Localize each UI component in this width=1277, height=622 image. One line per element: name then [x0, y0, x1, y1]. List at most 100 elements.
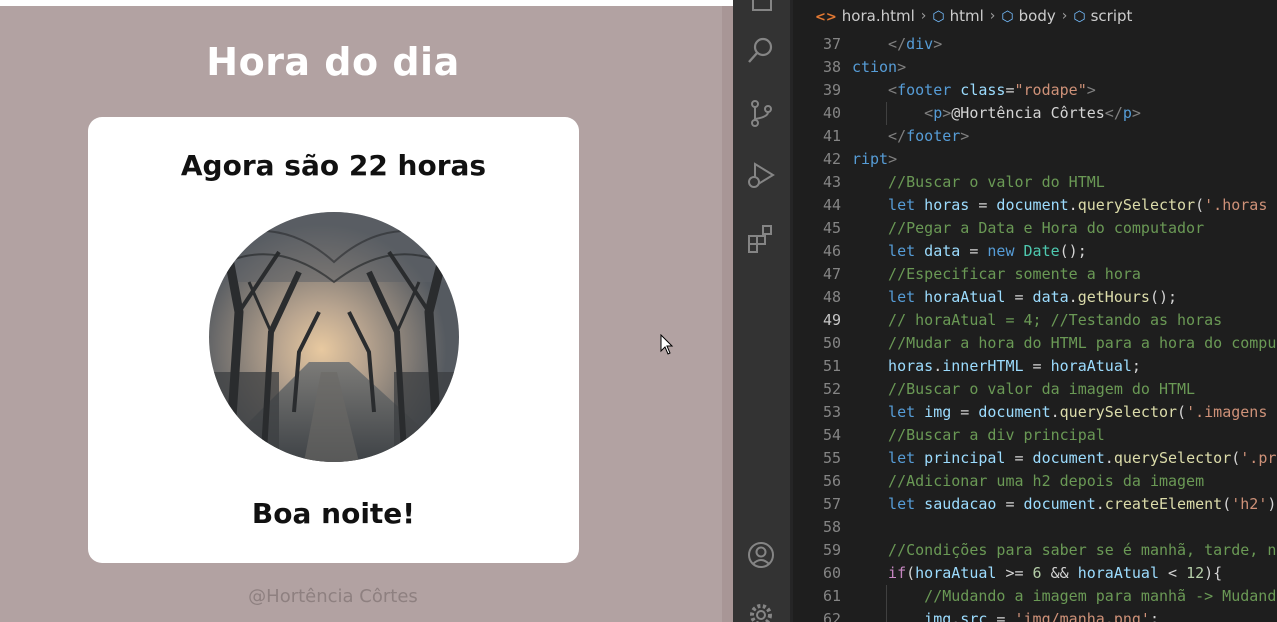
breadcrumb-item-body[interactable]: ⬡ body — [1001, 7, 1055, 25]
code-token: @Hortência Côrtes — [951, 104, 1105, 122]
main-card: Agora são 22 horas Boa noite! — [88, 117, 579, 563]
code-token: = — [987, 610, 1015, 622]
code-line: 57 let saudacao = document.createElement(… — [793, 493, 1277, 516]
code-token: . — [933, 357, 943, 375]
code-token: . — [1104, 449, 1114, 467]
code-line: 61 //Mudando a imagem para manhã -> Mudan… — [793, 585, 1277, 608]
code-token: '.pr — [1240, 449, 1277, 467]
code-line: 39 <footer class="rodape"> — [793, 79, 1277, 102]
code-token: horaAtual — [924, 288, 1006, 306]
code-token: > — [942, 104, 952, 122]
code-line: 52 //Buscar o valor da imagem do HTML — [793, 378, 1277, 401]
line-number: 46 — [822, 242, 841, 260]
code-token: >= — [996, 564, 1033, 582]
source-control-icon[interactable] — [746, 98, 776, 128]
extensions-icon[interactable] — [746, 223, 776, 253]
code-token: document — [1023, 495, 1096, 513]
code-token: </ — [888, 127, 907, 145]
code-token: . — [951, 610, 961, 622]
code-token: ; — [1149, 610, 1159, 622]
code-token: let — [888, 403, 916, 421]
code-line: 45 //Pegar a Data e Hora do computador — [793, 217, 1277, 240]
hours-heading: Agora são 22 horas — [180, 149, 487, 182]
breadcrumb-item-script[interactable]: ⬡ script — [1073, 7, 1132, 25]
code-token: > — [888, 150, 898, 168]
element-icon: ⬡ — [1073, 9, 1086, 25]
code-token: </ — [888, 35, 907, 53]
code-line: 48 let horaAtual = data.getHours(); — [793, 286, 1277, 309]
code-token: //Mudar a hora do HTML para a hora do co… — [888, 334, 1277, 352]
browser-preview: Hora do dia Agora são 22 horas Boa noite… — [0, 0, 733, 622]
code-token: . — [1095, 495, 1105, 513]
code-token: > — [1086, 81, 1096, 99]
breadcrumb: <> hora.html › ⬡ html › ⬡ body › ⬡ script — [793, 0, 1277, 32]
breadcrumb-item-hora-html[interactable]: <> hora.html — [815, 7, 915, 25]
line-number: 57 — [822, 495, 841, 513]
code-token: > — [1131, 104, 1141, 122]
code-editor-window: <> hora.html › ⬡ html › ⬡ body › ⬡ script 37 </div>… — [733, 0, 1277, 622]
code-token: < — [1158, 564, 1187, 582]
code-token: innerHTML — [942, 357, 1024, 375]
code-token: let — [888, 196, 916, 214]
footer-credit: @Hortência Côrtes — [248, 586, 418, 607]
search-icon[interactable] — [746, 35, 776, 65]
code-token: '.imagens — [1186, 403, 1268, 421]
code-token: principal — [924, 449, 1006, 467]
line-number: 60 — [822, 564, 841, 582]
code-token: ) — [1267, 495, 1277, 513]
code-token: ( — [1222, 495, 1232, 513]
code-token: ( — [1195, 196, 1205, 214]
code-token: querySelector — [1113, 449, 1232, 467]
breadcrumb-label: body — [1018, 7, 1056, 25]
code-line: 43 //Buscar o valor do HTML — [793, 171, 1277, 194]
code-token: //Adicionar uma h2 depois da imagem — [888, 472, 1205, 490]
code-token: createElement — [1104, 495, 1223, 513]
code-token: > — [897, 58, 907, 76]
line-number: 47 — [822, 265, 841, 283]
code-token: ( — [1177, 403, 1187, 421]
code-token: 6 — [1032, 564, 1042, 582]
line-number: 55 — [822, 449, 841, 467]
code-token: (); — [1149, 288, 1178, 306]
code-token: //Pegar a Data e Hora do computador — [888, 219, 1205, 237]
settings-gear-icon[interactable] — [746, 600, 776, 622]
code-token: . — [1068, 288, 1078, 306]
code-line: 59 //Condições para saber se é manhã, tar… — [793, 539, 1277, 562]
code-token: querySelector — [1059, 403, 1178, 421]
code-token: horaAtual — [915, 564, 997, 582]
code-token: //Mudando a imagem para manhã -> Mudand — [924, 587, 1277, 605]
code-token: let — [888, 242, 916, 260]
code-line: 40 <p>@Hortência Côrtes</p> — [793, 102, 1277, 125]
code-token: > — [933, 35, 943, 53]
account-icon[interactable] — [746, 540, 776, 570]
code-line: 42 ript> — [793, 148, 1277, 171]
indent-guide — [886, 608, 887, 622]
code-line: 46 let data = new Date(); — [793, 240, 1277, 263]
indent-guide — [886, 585, 887, 608]
line-number: 56 — [822, 472, 841, 490]
code-token: data — [1032, 288, 1069, 306]
breadcrumb-separator-icon: › — [989, 8, 996, 24]
code-token: < — [888, 81, 898, 99]
line-number: 51 — [822, 357, 841, 375]
code-token: footer — [897, 81, 952, 99]
code-token: "rodape" — [1014, 81, 1087, 99]
code-token: < — [924, 104, 934, 122]
explorer-icon[interactable] — [746, 0, 776, 14]
breadcrumb-item-html[interactable]: ⬡ html — [932, 7, 983, 25]
code-token: document — [978, 403, 1051, 421]
run-debug-icon[interactable] — [746, 160, 776, 190]
code-token: '.horas — [1204, 196, 1268, 214]
code-token: (); — [1059, 242, 1087, 260]
code-token: ; — [1131, 357, 1141, 375]
mouse-cursor-icon — [660, 334, 674, 355]
code-token: footer — [906, 127, 961, 145]
code-token: p — [933, 104, 943, 122]
line-number: 40 — [822, 104, 841, 122]
code-area[interactable]: 37 </div> 38 ction> 39 <footer class="rodape"… — [793, 33, 1277, 622]
line-number: 43 — [822, 173, 841, 191]
